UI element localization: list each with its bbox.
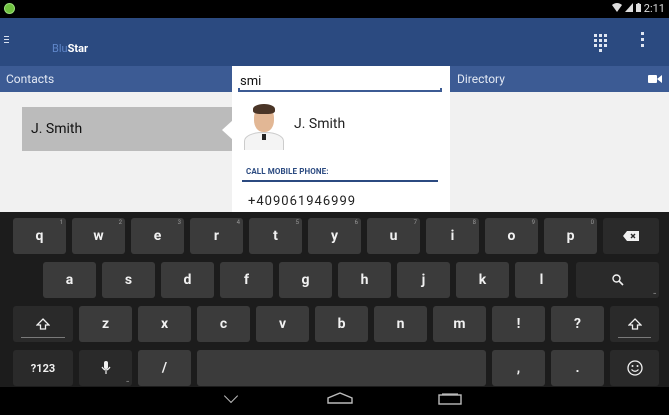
shift-icon — [36, 317, 50, 330]
wifi-icon — [611, 2, 622, 15]
shift-key-right[interactable] — [610, 306, 659, 342]
home-icon[interactable] — [326, 389, 354, 404]
shift-icon — [627, 317, 642, 330]
key-q[interactable]: q1 — [13, 218, 66, 254]
avatar — [242, 104, 284, 150]
back-icon[interactable] — [222, 391, 240, 401]
space-key[interactable] — [197, 350, 486, 386]
key-x[interactable]: x — [138, 306, 191, 342]
logo-suffix: Star — [67, 42, 89, 55]
backspace-key[interactable] — [603, 218, 659, 254]
key-v[interactable]: v — [256, 306, 309, 342]
key-y[interactable]: y6 — [308, 218, 361, 254]
key-e[interactable]: e3 — [131, 218, 184, 254]
overflow-menu-icon[interactable] — [641, 32, 645, 50]
key-s[interactable]: s — [102, 262, 155, 298]
key-g[interactable]: g — [279, 262, 332, 298]
key-z[interactable]: z — [79, 306, 132, 342]
hamburger-icon[interactable] — [4, 32, 9, 46]
comma-key[interactable]: , — [492, 350, 545, 386]
key-l[interactable]: l — [515, 262, 568, 298]
divider — [242, 180, 438, 182]
emoji-icon — [626, 360, 643, 376]
backspace-icon — [623, 231, 639, 241]
key-w[interactable]: w2 — [72, 218, 125, 254]
recents-icon[interactable] — [438, 390, 462, 405]
key-i[interactable]: i8 — [426, 218, 479, 254]
status-time: 2:11 — [643, 2, 665, 15]
list-item[interactable]: J. Smith — [22, 107, 232, 151]
shift-key-left[interactable] — [13, 306, 73, 342]
battery-icon — [635, 2, 641, 15]
contact-name: J. Smith — [31, 121, 83, 137]
contact-popup: J. Smith CALL MOBILE PHONE: +40906194699… — [232, 92, 450, 212]
key-m[interactable]: m — [433, 306, 486, 342]
search-panel — [232, 66, 450, 94]
soft-keyboard: q1 w2 e3 r4 t5 y6 u7 i8 o9 p0 a s d f g … — [0, 212, 669, 387]
contacts-tab[interactable]: Contacts — [6, 72, 54, 86]
call-mobile-label: CALL MOBILE PHONE: — [246, 167, 329, 176]
directory-tab[interactable]: Directory — [457, 72, 505, 86]
key-o[interactable]: o9 — [485, 218, 538, 254]
key-b[interactable]: b — [315, 306, 368, 342]
popup-contact-name: J. Smith — [294, 116, 346, 132]
microphone-icon — [101, 361, 110, 374]
key-n[interactable]: n — [374, 306, 427, 342]
key-question[interactable]: ? — [551, 306, 604, 342]
logo-prefix: Blu — [52, 42, 68, 55]
video-camera-icon[interactable] — [648, 75, 662, 83]
search-key[interactable]: _ — [576, 262, 659, 298]
key-d[interactable]: d — [161, 262, 214, 298]
key-k[interactable]: k — [456, 262, 509, 298]
key-h[interactable]: h — [338, 262, 391, 298]
key-c[interactable]: c — [197, 306, 250, 342]
status-icons: 2:11 — [611, 2, 665, 15]
key-a[interactable]: a — [43, 262, 96, 298]
status-bar: 2:11 — [0, 0, 669, 18]
app-logo: BluStar — [52, 42, 88, 55]
app-bar: BluStar — [0, 18, 669, 66]
search-icon — [611, 274, 624, 286]
key-exclamation[interactable]: ! — [492, 306, 545, 342]
navigation-bar — [0, 387, 669, 415]
key-f[interactable]: f — [220, 262, 273, 298]
period-key[interactable]: . — [551, 350, 604, 386]
dialpad-icon[interactable] — [594, 34, 608, 52]
signal-icon — [624, 2, 633, 15]
mic-key[interactable]: _ — [79, 350, 132, 386]
slash-key[interactable]: / — [138, 350, 191, 386]
emoji-key[interactable] — [610, 350, 659, 386]
key-p[interactable]: p0 — [544, 218, 597, 254]
key-t[interactable]: t5 — [249, 218, 302, 254]
check-circle-icon — [4, 3, 15, 14]
key-j[interactable]: j — [397, 262, 450, 298]
key-r[interactable]: r4 — [190, 218, 243, 254]
symbols-key[interactable]: ?123 — [13, 350, 73, 386]
key-u[interactable]: u7 — [367, 218, 420, 254]
phone-number-link[interactable]: +409061946999 — [248, 194, 356, 209]
